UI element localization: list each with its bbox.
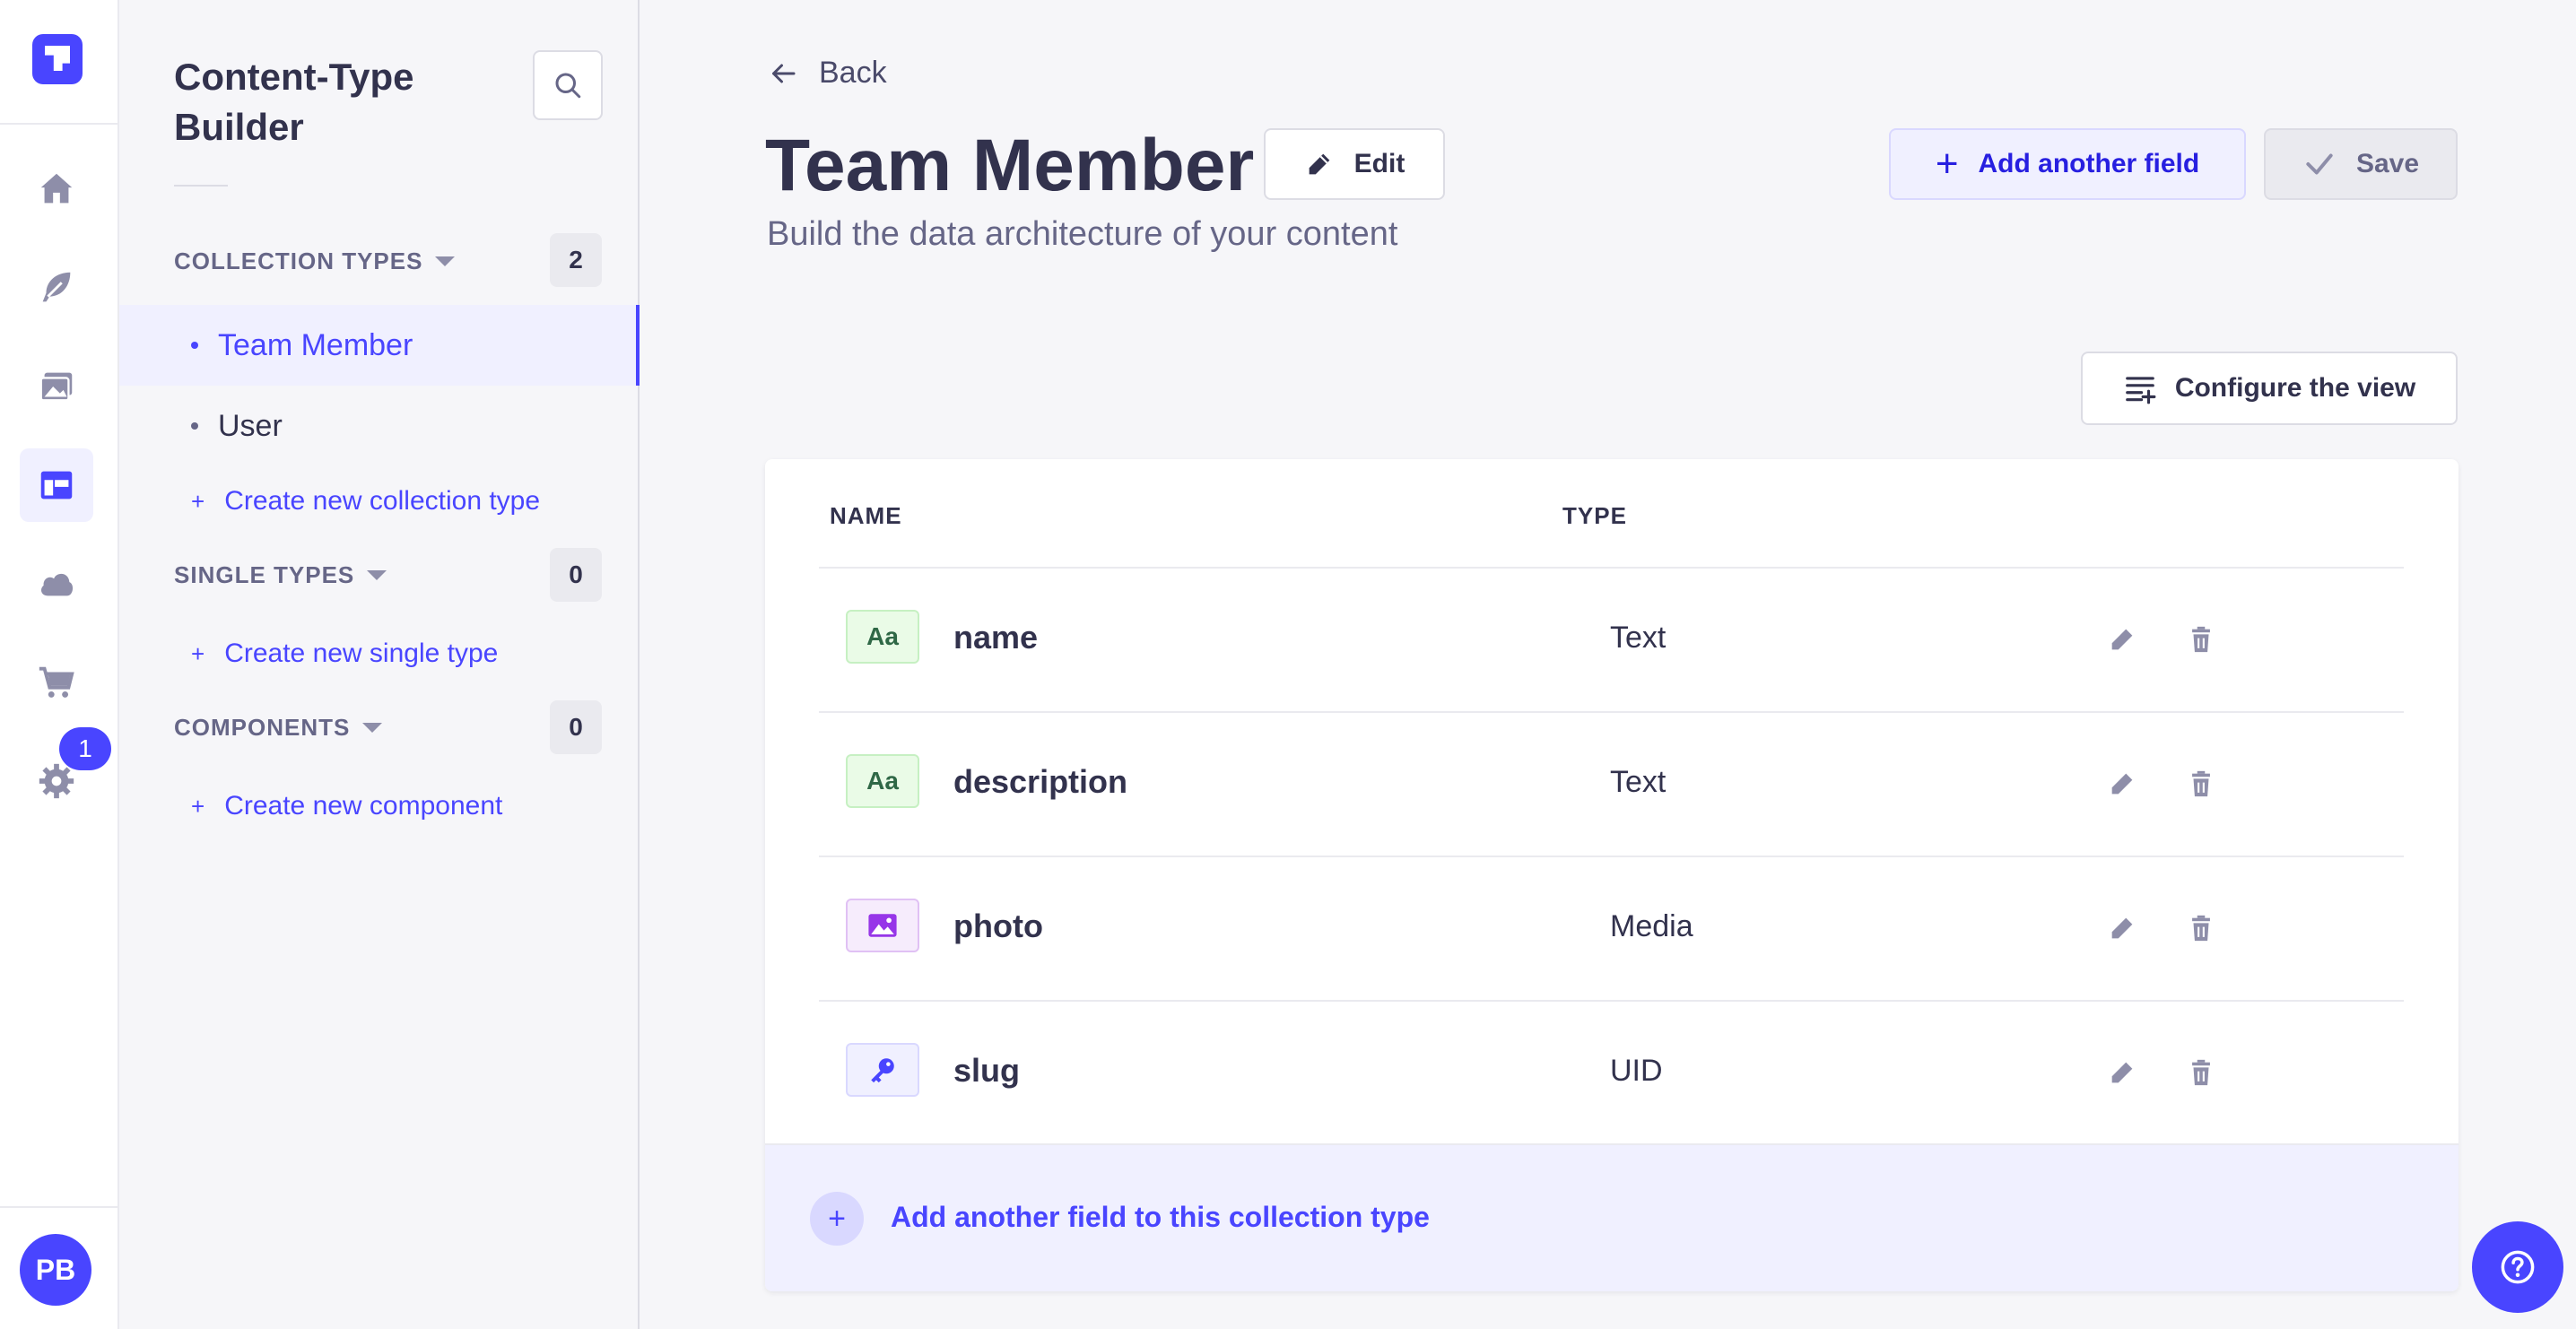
field-type: Text — [1610, 621, 1667, 655]
create-single-type-link[interactable]: + Create new single type — [191, 638, 498, 669]
field-name: description — [953, 763, 1128, 800]
edit-button[interactable]: Edit — [1264, 128, 1445, 200]
help-button[interactable] — [2472, 1221, 2563, 1313]
plus-icon: + — [191, 792, 205, 820]
collection-types-count: 2 — [550, 233, 602, 287]
field-name: photo — [953, 908, 1043, 944]
section-label: SINGLE TYPES — [174, 561, 355, 588]
cloud-icon[interactable] — [20, 547, 93, 621]
field-name: name — [953, 619, 1039, 656]
add-field-footer-label: Add another field to this collection typ… — [891, 1201, 1430, 1233]
add-another-field-button[interactable]: + Add another field — [1889, 128, 2246, 200]
add-field-label: Add another field — [1978, 149, 2200, 178]
plus-icon: + — [1935, 142, 1959, 186]
table-row[interactable]: Aa description Text — [819, 711, 2404, 856]
list-settings-icon — [2125, 377, 2156, 404]
page-title: Team Member — [765, 125, 1255, 206]
home-icon[interactable] — [20, 152, 93, 226]
edit-label: Edit — [1353, 149, 1405, 178]
components-header[interactable]: COMPONENTS — [174, 714, 383, 742]
pencil-icon[interactable] — [2102, 908, 2143, 949]
caret-down-icon — [435, 256, 456, 266]
bullet-icon — [191, 422, 198, 430]
create-component-link[interactable]: + Create new component — [191, 791, 502, 821]
fields-table: NAME TYPE Aa name Text Aa description Te… — [765, 459, 2459, 1291]
nav-item-team-member[interactable]: Team Member — [119, 305, 640, 386]
trash-icon[interactable] — [2180, 1052, 2222, 1093]
field-name: slug — [953, 1052, 1021, 1089]
subnav-title: Content-Type Builder — [174, 56, 414, 148]
arrow-left-icon — [772, 64, 796, 83]
table-row[interactable]: Aa name Text — [819, 567, 2404, 711]
create-link-label: Create new component — [224, 791, 503, 821]
content-type-builder-subnav: Content-Type Builder COLLECTION TYPES 2 … — [119, 0, 640, 1329]
create-link-label: Create new single type — [224, 638, 499, 668]
user-avatar[interactable]: PB — [20, 1234, 91, 1306]
settings-notification-badge: 1 — [59, 727, 111, 770]
table-row[interactable]: slug UID — [819, 1000, 2404, 1144]
field-type: UID — [1610, 1054, 1663, 1088]
key-icon — [846, 1043, 919, 1097]
column-header-type: TYPE — [1562, 502, 1627, 529]
pencil-icon[interactable] — [2102, 1052, 2143, 1093]
rail-divider — [0, 1206, 119, 1208]
trash-icon[interactable] — [2180, 908, 2222, 949]
column-header-name: NAME — [830, 502, 902, 529]
caret-down-icon — [362, 723, 383, 733]
configure-view-button[interactable]: Configure the view — [2081, 352, 2458, 425]
plus-circle-icon: + — [810, 1192, 864, 1246]
create-collection-type-link[interactable]: + Create new collection type — [191, 486, 540, 517]
subnav-divider — [174, 185, 228, 187]
media-library-icon[interactable] — [20, 350, 93, 423]
configure-label: Configure the view — [2174, 373, 2416, 403]
feather-icon[interactable] — [20, 251, 93, 325]
save-label: Save — [2355, 149, 2420, 178]
plus-icon: + — [191, 639, 205, 667]
page-subtitle: Build the data architecture of your cont… — [767, 215, 1398, 253]
search-button[interactable] — [533, 50, 603, 120]
field-type: Text — [1610, 765, 1667, 799]
question-circle-icon — [2501, 1250, 2535, 1284]
add-field-footer[interactable]: + Add another field to this collection t… — [765, 1143, 2459, 1291]
collection-types-header[interactable]: COLLECTION TYPES — [174, 248, 456, 275]
bullet-icon — [191, 342, 198, 349]
check-icon — [2306, 153, 2333, 175]
components-count: 0 — [550, 700, 602, 754]
text-type-icon: Aa — [846, 610, 919, 664]
pencil-icon[interactable] — [2102, 619, 2143, 660]
save-button[interactable]: Save — [2264, 128, 2458, 200]
plus-icon: + — [191, 487, 205, 515]
single-types-count: 0 — [550, 548, 602, 602]
search-icon — [555, 73, 581, 99]
nav-item-label: Team Member — [218, 327, 413, 362]
main-nav-rail: 1 PB — [0, 0, 119, 1329]
nav-item-label: User — [218, 408, 283, 443]
field-type: Media — [1610, 909, 1693, 943]
create-link-label: Create new collection type — [224, 486, 541, 516]
table-row[interactable]: photo Media — [819, 856, 2404, 1000]
pencil-icon[interactable] — [2102, 763, 2143, 804]
back-link[interactable]: Back — [767, 56, 887, 91]
trash-icon[interactable] — [2180, 619, 2222, 660]
strapi-logo-icon[interactable] — [32, 34, 83, 84]
cart-icon[interactable] — [20, 646, 93, 719]
single-types-header[interactable]: SINGLE TYPES — [174, 561, 387, 589]
trash-icon[interactable] — [2180, 763, 2222, 804]
section-label: COMPONENTS — [174, 714, 351, 741]
nav-item-user[interactable]: User — [119, 386, 640, 466]
text-type-icon: Aa — [846, 754, 919, 808]
section-label: COLLECTION TYPES — [174, 248, 423, 274]
pencil-icon — [1309, 153, 1329, 175]
back-label: Back — [819, 56, 887, 90]
layout-icon[interactable] — [20, 448, 93, 522]
rail-divider — [0, 123, 119, 125]
caret-down-icon — [367, 570, 387, 580]
image-icon — [846, 899, 919, 952]
